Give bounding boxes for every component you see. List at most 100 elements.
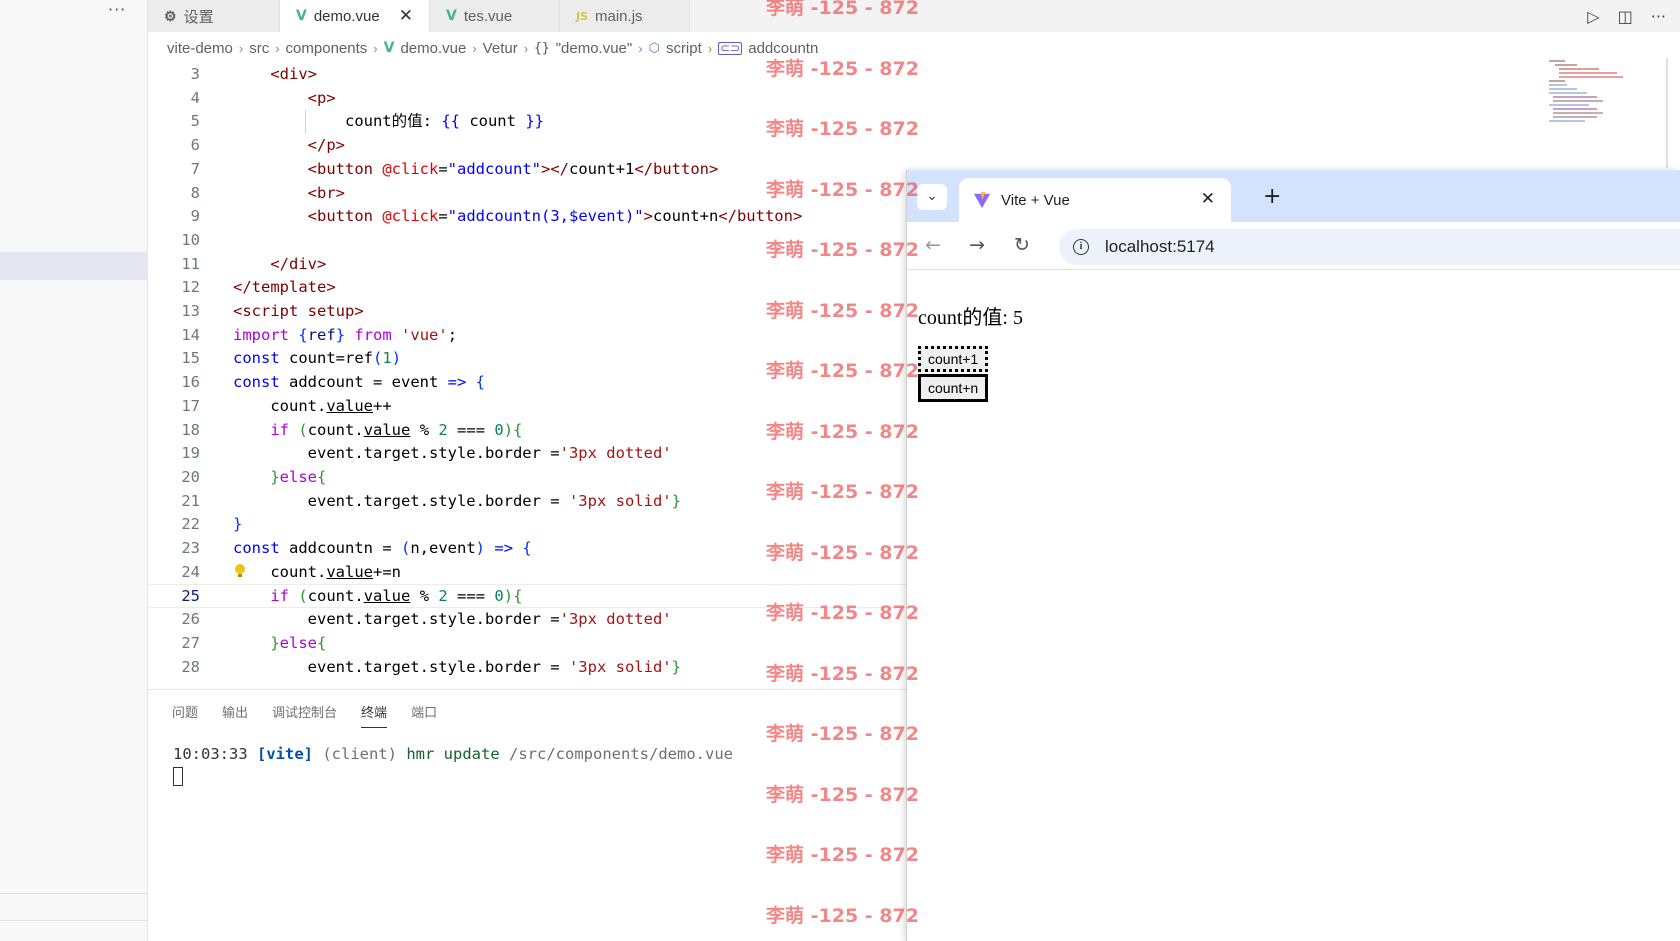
line-number: 20 — [181, 467, 200, 486]
code-text: const count=ref(1) — [233, 349, 402, 368]
tab-settings[interactable]: ⚙ 设置 — [148, 0, 280, 32]
code-line[interactable]: 19 event.target.style.border ='3px dotte… — [148, 442, 908, 466]
code-line[interactable]: 14 import {ref} from 'vue'; — [148, 324, 908, 348]
panel-tab[interactable]: 端口 — [411, 702, 437, 728]
code-text: event.target.style.border = '3px solid'} — [233, 491, 681, 510]
line-number: 22 — [181, 515, 200, 534]
line-number: 28 — [181, 657, 200, 676]
line-number: 8 — [190, 183, 200, 202]
more-actions-icon[interactable]: ··· — [108, 0, 126, 19]
breadcrumb-item[interactable]: components — [286, 40, 368, 57]
line-number: 24 — [181, 562, 200, 581]
chevron-right-icon: › — [523, 40, 529, 56]
code-text: const addcountn = (n,event) => { — [233, 539, 532, 557]
tab-demo-vue[interactable]: V demo.vue ✕ — [280, 0, 430, 32]
watermark-text: 李萌 -125 - 872 — [766, 783, 919, 806]
panel-tab[interactable]: 终端 — [361, 702, 388, 728]
split-editor-icon[interactable]: ◫ — [1618, 7, 1633, 26]
close-icon[interactable]: ✕ — [399, 6, 413, 26]
breadcrumb-item[interactable]: demo.vue — [400, 40, 466, 57]
line-number: 3 — [190, 65, 200, 83]
editor-actions: ▷ ◫ ··· — [1587, 0, 1666, 32]
watermark-text: 李萌 -125 - 872 — [766, 299, 919, 322]
code-text: <script setup> — [233, 302, 364, 320]
code-text: <p> — [307, 88, 336, 107]
code-text: event.target.style.border = '3px solid'} — [233, 657, 681, 676]
code-line[interactable]: 22} — [148, 513, 908, 537]
panel-tab[interactable]: 问题 — [172, 702, 198, 728]
terminal-output-line: 10:03:33 [vite] (client) hmr update /src… — [173, 745, 733, 763]
function-icon: ⊂⊃ — [718, 40, 743, 55]
tab-search-chevron-down-icon[interactable]: ⌄ — [917, 184, 947, 210]
breadcrumb-item[interactable]: "demo.vue" — [556, 40, 633, 57]
address-bar[interactable]: i localhost:5174 — [1059, 229, 1680, 265]
chevron-right-icon: › — [638, 40, 643, 56]
line-number: 21 — [181, 491, 200, 510]
code-text: <div> — [270, 65, 317, 83]
code-text: </p> — [307, 136, 345, 155]
forward-icon[interactable]: → — [969, 234, 985, 256]
js-icon: JS — [576, 9, 589, 23]
code-text: event.target.style.border ='3px dotted' — [233, 610, 672, 629]
tab-main-js[interactable]: JS main.js — [560, 0, 690, 32]
watermark-text: 李萌 -125 - 872 — [766, 0, 919, 19]
breadcrumb-item[interactable]: src — [249, 40, 269, 57]
count-plus-one-button[interactable]: count+1 — [918, 346, 989, 372]
line-number: 9 — [190, 207, 200, 226]
sidebar-divider-2 — [0, 920, 148, 921]
watermark-text: 李萌 -125 - 872 — [766, 844, 919, 866]
chevron-right-icon: › — [238, 40, 244, 56]
url-text[interactable]: localhost:5174 — [1105, 237, 1215, 257]
breadcrumb-item[interactable]: vite-demo — [167, 40, 233, 57]
breadcrumb-item[interactable]: script — [666, 40, 702, 57]
watermark-text: 李萌 -125 - 872 — [766, 57, 919, 80]
line-number: 17 — [181, 396, 200, 415]
tab-tes-vue[interactable]: V tes.vue — [430, 0, 560, 32]
line-number: 16 — [181, 373, 200, 392]
minimap[interactable] — [1545, 58, 1635, 128]
run-icon[interactable]: ▷ — [1587, 7, 1599, 26]
browser-page: count的值: 5 count+1 count+n — [907, 270, 1680, 941]
new-tab-icon[interactable]: + — [1263, 184, 1281, 209]
browser-tab[interactable]: Vite + Vue ✕ — [959, 178, 1231, 222]
line-number: 18 — [181, 420, 200, 439]
count-plus-n-button[interactable]: count+n — [918, 374, 989, 402]
watermark-text: 李萌 -125 - 872 — [766, 723, 919, 745]
code-text: count.value+=n — [233, 562, 401, 581]
watermark-text: 李萌 -125 - 872 — [766, 118, 919, 140]
code-line[interactable]: 17 count.value++ — [148, 395, 908, 419]
panel-tab[interactable]: 调试控制台 — [272, 702, 337, 728]
browser-toolbar: ← → ↻ i localhost:5174 — [907, 222, 1680, 270]
lightbulb-icon[interactable] — [235, 563, 245, 578]
line-number: 14 — [181, 325, 200, 344]
line-number: 19 — [181, 444, 200, 463]
panel-tab[interactable]: 输出 — [222, 702, 248, 728]
breadcrumb-item[interactable]: Vetur — [483, 40, 518, 57]
count-text: count的值: 5 — [918, 307, 1023, 329]
line-number: 7 — [190, 159, 200, 178]
sidebar-selected-item[interactable] — [0, 252, 148, 280]
vue-icon: V — [446, 8, 457, 24]
breadcrumb: vite-demo › src › components › V demo.vu… — [167, 35, 818, 61]
code-text: const addcount = event => { — [233, 373, 486, 392]
code-text: event.target.style.border ='3px dotted' — [233, 444, 672, 463]
code-line[interactable]: 9 <button @click="addcountn(3,$event)">c… — [148, 205, 908, 229]
close-tab-icon[interactable]: ✕ — [1201, 189, 1215, 209]
code-line[interactable]: 27 }else{ — [148, 632, 908, 656]
line-number: 23 — [181, 539, 200, 557]
tab-label: main.js — [595, 7, 643, 25]
vite-icon — [973, 191, 991, 209]
reload-icon[interactable]: ↻ — [1014, 234, 1030, 256]
sidebar-divider — [0, 893, 148, 894]
vertical-scrollbar[interactable] — [1666, 58, 1668, 168]
chevron-right-icon: › — [472, 40, 477, 56]
back-icon[interactable]: ← — [925, 234, 941, 256]
chevron-right-icon: › — [275, 40, 280, 56]
watermark-text: 李萌 -125 - 872 — [766, 420, 919, 443]
site-info-icon[interactable]: i — [1073, 239, 1089, 255]
code-line[interactable]: 4 <p> — [148, 87, 908, 111]
watermark-text: 李萌 -125 - 872 — [766, 541, 919, 564]
explorer-sidebar: ··· — [0, 0, 148, 941]
more-icon[interactable]: ··· — [1651, 7, 1666, 26]
line-number: 6 — [190, 136, 200, 155]
